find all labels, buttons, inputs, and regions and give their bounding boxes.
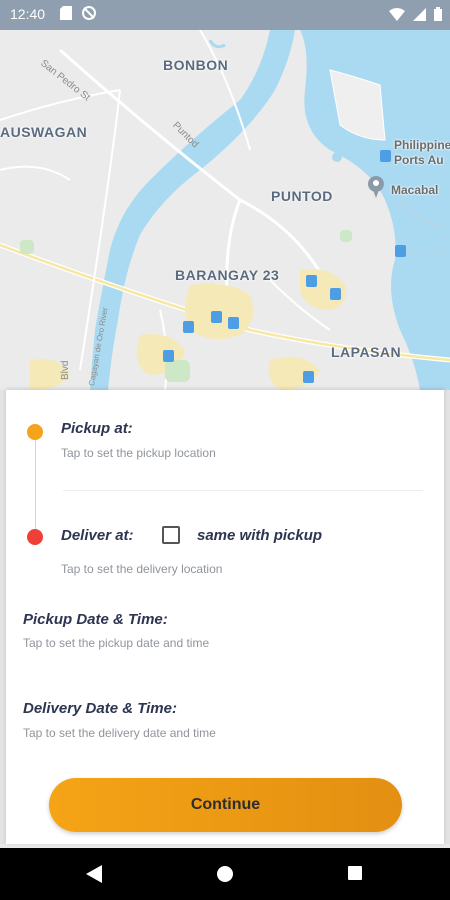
wifi-icon	[389, 7, 405, 21]
map-label-puntod: PUNTOD	[271, 188, 333, 204]
route-connector-line	[35, 440, 36, 529]
status-time: 12:40	[10, 6, 46, 22]
pickup-datetime-field[interactable]: Tap to set the pickup date and time	[23, 636, 209, 650]
divider	[63, 490, 423, 491]
map-label-bonbon: BONBON	[163, 57, 229, 73]
map-label-barangay23: BARANGAY 23	[175, 267, 280, 283]
sync-off-icon	[82, 6, 96, 20]
navigation-bar	[0, 848, 450, 900]
battery-icon	[434, 7, 442, 21]
booking-sheet: Pickup at: Tap to set the pickup locatio…	[6, 390, 444, 844]
same-with-pickup-label[interactable]: same with pickup	[197, 527, 322, 544]
map-label-lapasan: LAPASAN	[331, 344, 402, 360]
street-blvd: Blvd	[60, 360, 71, 380]
map-label-macabalan: Macabal	[391, 183, 439, 197]
continue-button[interactable]: Continue	[49, 778, 402, 832]
map-view[interactable]: BONBON AUSWAGAN PUNTOD BARANGAY 23 LAPAS…	[0, 30, 450, 390]
pickup-dot-icon	[27, 424, 43, 440]
delivery-datetime-field[interactable]: Tap to set the delivery date and time	[23, 726, 216, 740]
sd-card-icon	[60, 6, 72, 20]
pickup-datetime-label: Pickup Date & Time:	[23, 611, 168, 628]
signal-icon	[413, 7, 426, 21]
map-label-auswagan: AUSWAGAN	[0, 124, 88, 140]
delivery-dot-icon	[27, 529, 43, 545]
delivery-datetime-label: Delivery Date & Time:	[23, 700, 177, 717]
delivery-location-field[interactable]: Tap to set the delivery location	[61, 562, 222, 576]
recent-apps-icon[interactable]	[348, 866, 362, 880]
same-with-pickup-checkbox[interactable]	[162, 526, 180, 544]
map-label-philippine-ports: Philippine Ports Au	[394, 138, 450, 167]
deliver-label: Deliver at:	[61, 527, 134, 544]
pickup-location-field[interactable]: Tap to set the pickup location	[61, 446, 216, 460]
home-icon[interactable]	[217, 866, 233, 882]
back-icon[interactable]	[86, 865, 102, 883]
status-bar: 12:40	[0, 0, 450, 30]
pickup-label: Pickup at:	[61, 420, 133, 437]
